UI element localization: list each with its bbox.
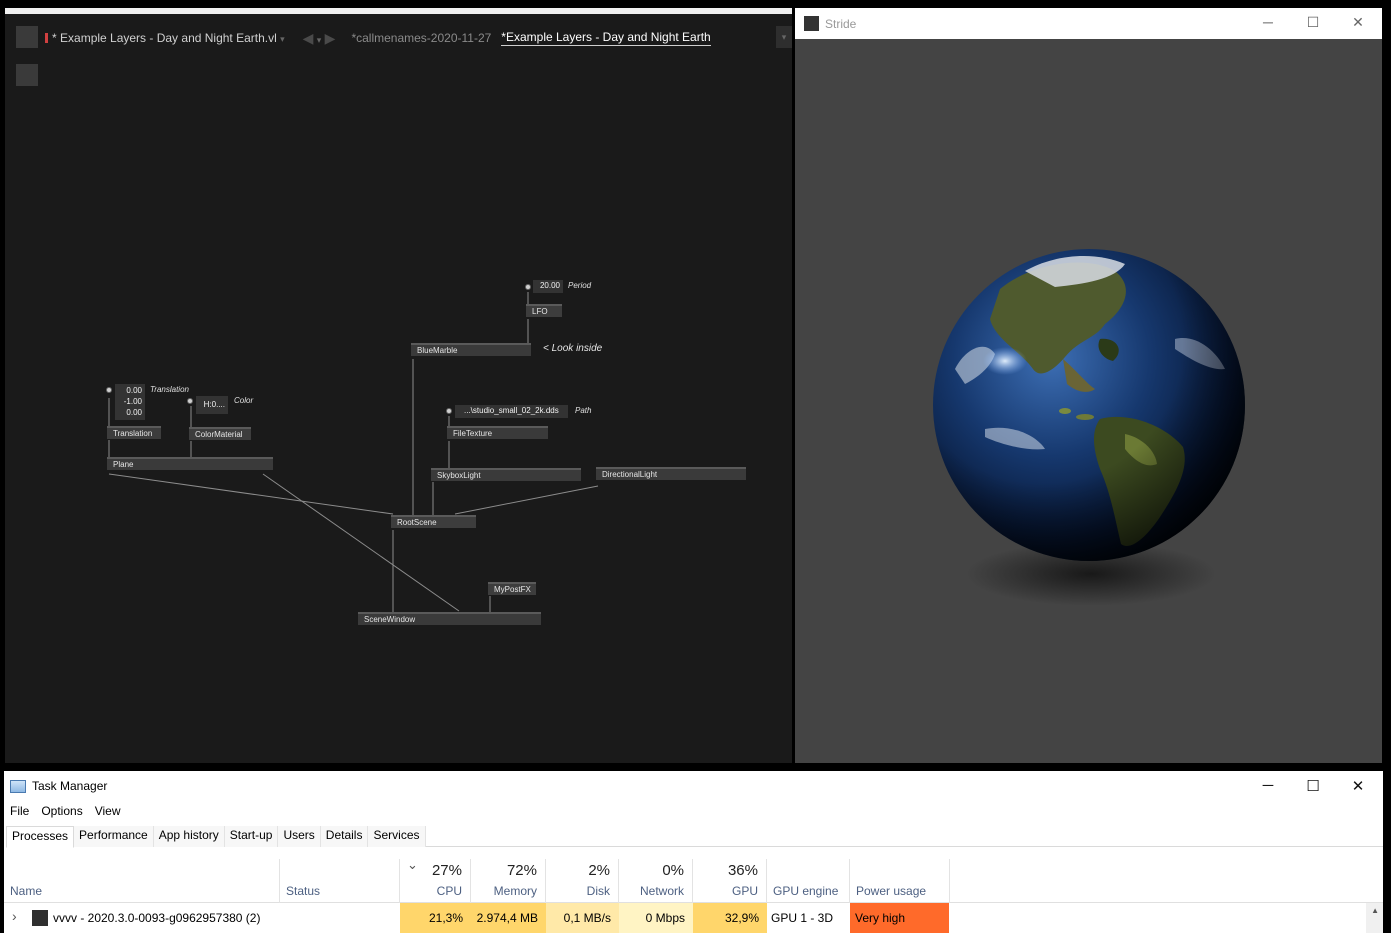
tab-processes[interactable]: Processes (6, 826, 75, 848)
process-name: vvvv - 2020.3.0-0093-g0962957380 (2) (53, 911, 261, 925)
node-lfo[interactable]: LFO (526, 304, 562, 317)
node-translation[interactable]: Translation (107, 426, 161, 439)
stride-render-window: Stride ─ ☐ ✕ (795, 8, 1382, 763)
iobox-path-pin[interactable] (446, 408, 452, 414)
tm-maximize-button[interactable]: ☐ (1298, 777, 1328, 795)
tab-details[interactable]: Details (320, 826, 369, 847)
col-gpu[interactable]: 36% GPU (693, 859, 767, 903)
col-power-usage[interactable]: Power usage (850, 859, 950, 903)
tm-minimize-button[interactable]: ─ (1253, 777, 1283, 794)
stride-maximize-button[interactable]: ☐ (1303, 14, 1323, 31)
cell-memory: 2.974,4 MB (471, 903, 546, 933)
col-disk[interactable]: 2% Disk (546, 859, 619, 903)
col-status[interactable]: Status (280, 859, 400, 903)
label-period: Period (568, 281, 592, 290)
tm-title: Task Manager (32, 779, 108, 793)
iobox-path[interactable]: ...\studio_small_02_2k.dds (455, 405, 568, 418)
label-color: Color (234, 396, 254, 405)
tab-services[interactable]: Services (368, 826, 426, 847)
link-dirlight-rootscene (454, 485, 599, 515)
label-path: Path (575, 406, 592, 415)
node-plane[interactable]: Plane (107, 457, 273, 470)
iobox-translation-pin[interactable] (106, 387, 112, 393)
stride-titlebar: Stride (795, 8, 1382, 39)
earth-shading (933, 249, 1245, 561)
cell-power-usage: Very high (850, 903, 949, 933)
tm-close-button[interactable]: ✕ (1343, 777, 1373, 795)
iobox-color[interactable]: H:0.... (196, 396, 228, 414)
tab-startup[interactable]: Start-up (224, 826, 279, 847)
stride-close-button[interactable]: ✕ (1348, 14, 1368, 31)
process-table-header: Name Status ⌄ 27% CPU 72% Memory 2% Disk… (4, 857, 1383, 903)
col-gpu-engine[interactable]: GPU engine (767, 859, 850, 903)
tm-menubar: File Options View (10, 804, 121, 818)
translation-x: 0.00 (126, 386, 142, 395)
tm-titlebar: Task Manager (4, 771, 1383, 801)
iobox-period-pin[interactable] (525, 284, 531, 290)
node-scenewindow[interactable]: SceneWindow (358, 612, 541, 625)
cell-gpu-engine: GPU 1 - 3D (771, 911, 834, 925)
node-mypostfx[interactable]: MyPostFX (488, 582, 536, 595)
node-bluemarble[interactable]: BlueMarble (411, 343, 531, 356)
tab-performance[interactable]: Performance (74, 826, 154, 847)
col-memory[interactable]: 72% Memory (471, 859, 546, 903)
patch-canvas[interactable]: 20.00 Period LFO BlueMarble < Look insid… (5, 14, 792, 769)
scroll-up-icon[interactable]: ▲ (1371, 906, 1379, 915)
link-plane-rootscene (108, 473, 394, 515)
menu-options[interactable]: Options (41, 804, 82, 818)
process-app-icon (32, 910, 48, 926)
translation-y: -1.00 (123, 397, 142, 406)
expand-chevron-icon[interactable]: › (12, 908, 17, 924)
node-directionallight[interactable]: DirectionalLight (596, 467, 746, 480)
iobox-period[interactable]: 20.00 (533, 280, 563, 293)
comment-look-inside: < Look inside (543, 343, 603, 354)
cell-gpu: 32,9% (693, 903, 767, 933)
cell-cpu: 21,3% (400, 903, 471, 933)
node-colormaterial[interactable]: ColorMaterial (189, 427, 251, 440)
vvvv-patch-editor: * Example Layers - Day and Night Earth.v… (5, 8, 792, 763)
col-name[interactable]: Name (4, 859, 280, 903)
iobox-color-pin[interactable] (187, 398, 193, 404)
iobox-translation[interactable]: 0.00 -1.00 0.00 (115, 384, 145, 420)
col-network[interactable]: 0% Network (619, 859, 693, 903)
node-skyboxlight[interactable]: SkyboxLight (431, 468, 581, 481)
cell-network: 0 Mbps (619, 903, 693, 933)
tm-tabs: Processes Performance App history Start-… (6, 826, 1383, 848)
label-translation: Translation (150, 385, 189, 394)
tab-users[interactable]: Users (278, 826, 321, 847)
cell-disk: 0,1 MB/s (546, 903, 619, 933)
node-rootscene[interactable]: RootScene (391, 515, 476, 528)
stride-minimize-button[interactable]: ─ (1258, 14, 1278, 30)
task-manager-icon (10, 779, 26, 793)
link-plane-scenewindow (262, 473, 460, 612)
tab-app-history[interactable]: App history (153, 826, 225, 847)
earth-render (933, 249, 1245, 606)
node-filetexture[interactable]: FileTexture (447, 426, 548, 439)
stride-app-icon (804, 16, 819, 31)
task-manager-window: Task Manager ─ ☐ ✕ File Options View Pro… (4, 771, 1383, 933)
menu-file[interactable]: File (10, 804, 29, 818)
stride-title: Stride (825, 16, 857, 31)
col-cpu[interactable]: ⌄ 27% CPU (400, 857, 471, 903)
menu-view[interactable]: View (95, 804, 121, 818)
translation-z: 0.00 (126, 408, 142, 417)
process-row[interactable]: › vvvv - 2020.3.0-0093-g0962957380 (2) 2… (4, 903, 1383, 933)
sort-caret-icon: ⌄ (407, 857, 418, 872)
